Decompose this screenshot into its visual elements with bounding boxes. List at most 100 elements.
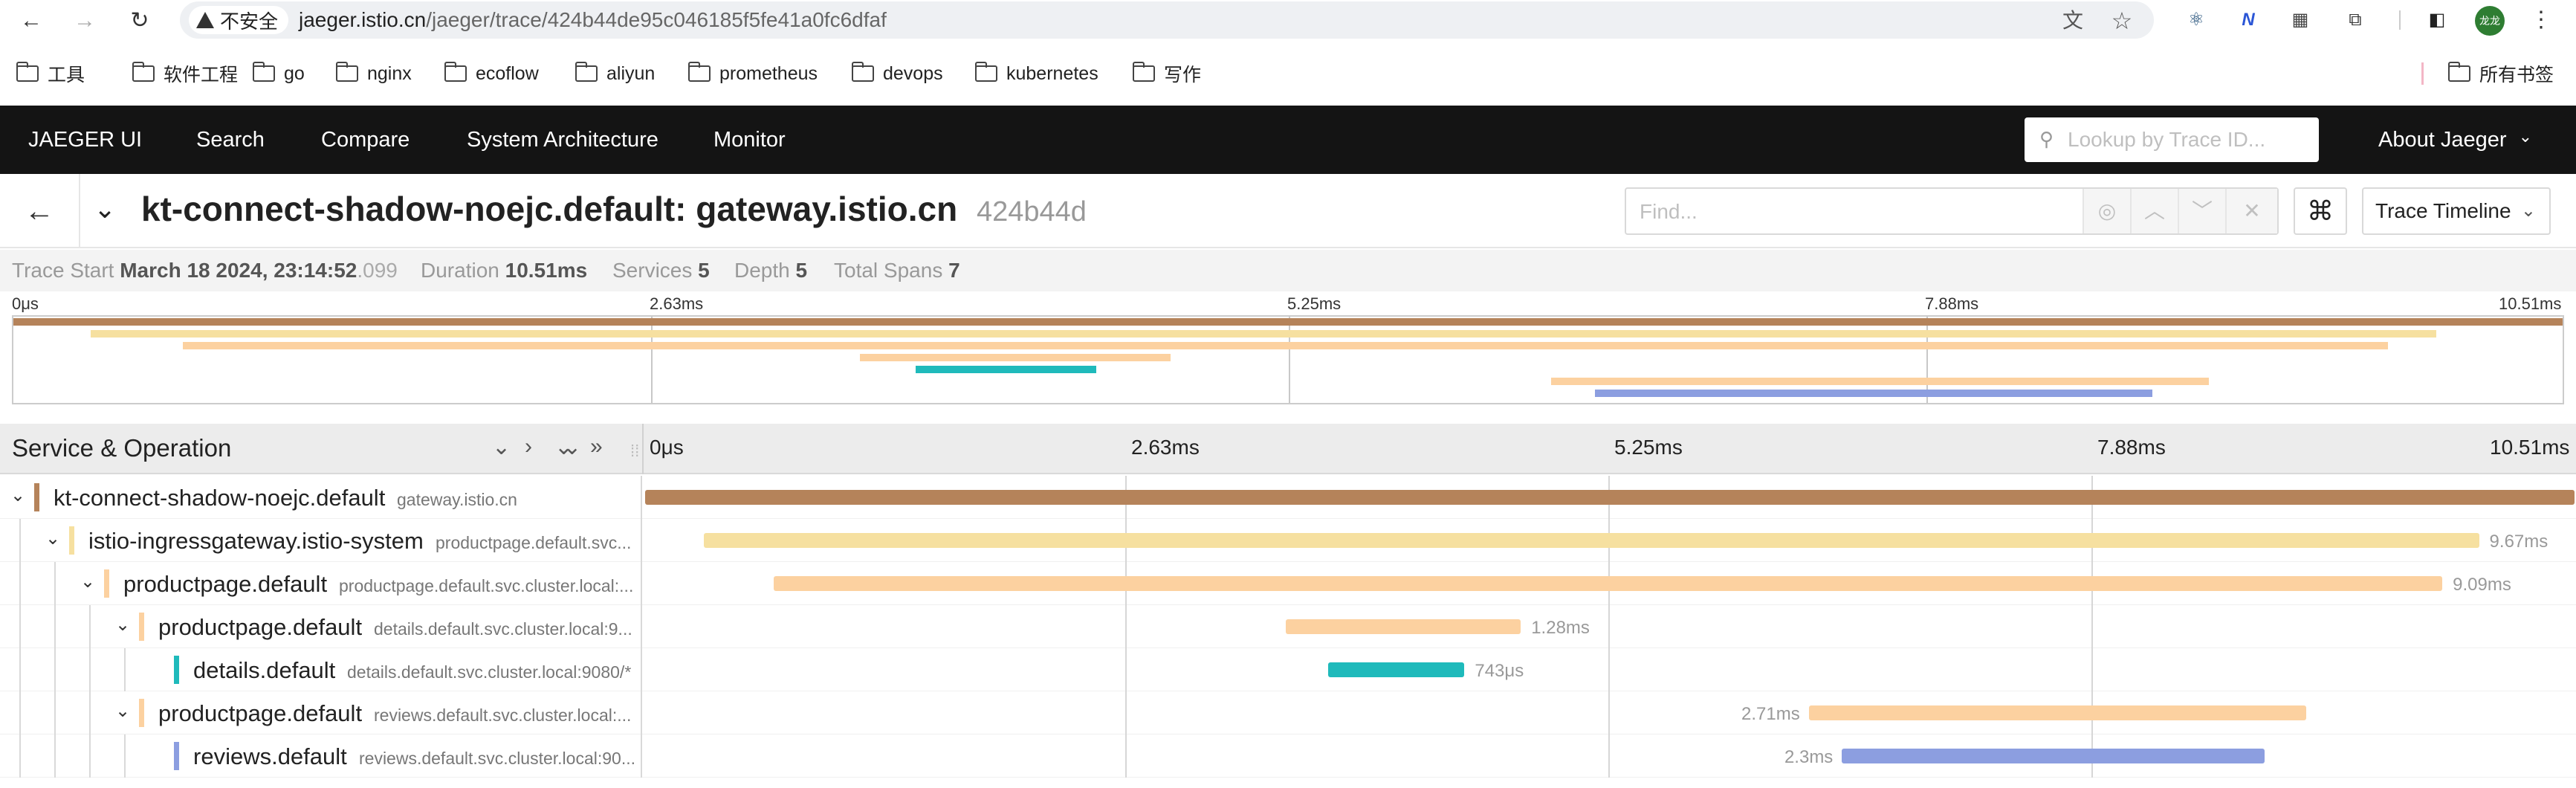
clear-find-icon[interactable]: ✕ — [2225, 189, 2277, 233]
span-service-name: productpage.default — [158, 614, 363, 640]
bookmark-folder[interactable]: 软件工程 — [132, 61, 238, 86]
span-duration-bar[interactable] — [1808, 705, 2307, 720]
indent-guide — [89, 734, 91, 778]
keyboard-shortcuts-icon[interactable]: ⌘ — [2294, 187, 2347, 235]
span-row[interactable]: ⌄ istio-ingressgateway.istio-system produc… — [0, 519, 2576, 562]
chevron-down-icon: ⌄ — [2520, 201, 2536, 221]
side-panel-icon[interactable]: ◧ — [2424, 7, 2450, 33]
toolbar-divider — [2399, 10, 2401, 30]
timeline-tick: 0μs — [650, 436, 684, 459]
bookmark-folder[interactable]: nginx — [335, 61, 412, 86]
toggle-children-chevron-icon[interactable]: ⌄ — [10, 485, 25, 506]
service-color-marker — [139, 699, 144, 727]
trace-total-spans-value: 7 — [948, 259, 960, 282]
browser-reload-icon[interactable]: ↻ — [123, 4, 156, 37]
extension-n-icon[interactable]: N — [2236, 7, 2261, 33]
bookmark-folder[interactable]: ecoflow — [444, 61, 539, 86]
minimap-span-bar — [916, 366, 1096, 373]
all-bookmarks-folder[interactable]: 所有书签 — [2447, 61, 2554, 86]
span-name-cell[interactable]: ⌄ istio-ingressgateway.istio-system produc… — [0, 519, 642, 562]
span-name-cell[interactable]: ⌄ kt-connect-shadow-noejc.default gateway.… — [0, 476, 642, 519]
folder-icon — [575, 62, 598, 82]
span-row[interactable]: ⌄ productpage.default details.default.svc.… — [0, 605, 2576, 648]
span-row[interactable]: reviews.default reviews.default.svc.clust… — [0, 734, 2576, 778]
browser-back-icon[interactable]: ← — [15, 4, 48, 37]
expand-one-icon[interactable]: › — [525, 434, 532, 459]
collapse-header-chevron-icon[interactable]: ⌄ — [94, 193, 116, 225]
nav-compare-link[interactable]: Compare — [321, 106, 410, 174]
trace-page-header: ← ⌄ kt-connect-shadow-noejc.default: gat… — [0, 174, 2576, 248]
collapse-one-icon[interactable]: ⌄ — [492, 434, 511, 460]
timeline-gridline — [1125, 691, 1127, 734]
bookmarks-divider — [2421, 62, 2424, 85]
span-name-cell[interactable]: reviews.default reviews.default.svc.clust… — [0, 734, 642, 778]
nav-system-architecture-link[interactable]: System Architecture — [467, 106, 658, 174]
jaeger-brand-link[interactable]: JAEGER UI — [28, 106, 142, 174]
bookmark-folder[interactable]: kubernetes — [974, 61, 1098, 86]
toggle-children-chevron-icon[interactable]: ⌄ — [45, 528, 60, 549]
trace-id-lookup[interactable]: ⚲ — [2025, 117, 2319, 162]
next-match-icon[interactable]: ﹀ — [2178, 189, 2225, 233]
span-duration-label: 2.71ms — [1741, 704, 1800, 724]
expand-all-icon[interactable]: » — [590, 434, 603, 459]
minimap-span-bar — [183, 342, 2388, 349]
url-text[interactable]: jaeger.istio.cn/jaeger/trace/424b44de95c… — [299, 8, 887, 32]
bookmark-folder[interactable]: 工具 — [16, 61, 85, 86]
service-color-marker — [174, 656, 179, 684]
trace-duration: Duration 10.51ms — [421, 259, 588, 282]
span-row[interactable]: details.default details.default.svc.clust… — [0, 648, 2576, 691]
bookmark-folder[interactable]: devops — [851, 61, 943, 86]
react-devtools-icon[interactable]: ⚛ — [2184, 7, 2209, 33]
timeline-tick: 5.25ms — [1614, 436, 1683, 459]
span-duration-bar[interactable] — [773, 576, 2443, 591]
span-duration-label: 9.67ms — [2489, 532, 2549, 552]
trace-start-ms: .099 — [357, 259, 398, 282]
span-duration-bar[interactable] — [704, 533, 2479, 548]
toggle-children-chevron-icon[interactable]: ⌄ — [80, 571, 95, 592]
bookmark-folder[interactable]: aliyun — [575, 61, 655, 86]
minimap-tick: 2.63ms — [650, 294, 704, 313]
span-row[interactable]: ⌄ kt-connect-shadow-noejc.default gateway.… — [0, 476, 2576, 519]
nav-search-link[interactable]: Search — [196, 106, 265, 174]
span-name-cell[interactable]: ⌄ productpage.default reviews.default.svc.… — [0, 691, 642, 734]
span-name-cell[interactable]: ⌄ productpage.default productpage.default.… — [0, 562, 642, 605]
about-jaeger-menu[interactable]: About Jaeger ⌄ — [2378, 106, 2532, 174]
extensions-puzzle-icon[interactable]: ⧉ — [2343, 7, 2368, 33]
span-row[interactable]: ⌄ productpage.default reviews.default.svc.… — [0, 691, 2576, 734]
trace-id-input[interactable] — [2068, 125, 2305, 155]
span-duration-bar[interactable] — [1842, 749, 2265, 763]
indent-guide — [54, 734, 56, 778]
span-name-cell[interactable]: ⌄ productpage.default details.default.svc.… — [0, 605, 642, 648]
bookmark-folder[interactable]: prometheus — [687, 61, 818, 86]
bookmark-folder[interactable]: go — [252, 61, 305, 86]
span-duration-bar[interactable] — [1327, 662, 1465, 677]
bookmark-folder[interactable]: 写作 — [1132, 61, 1201, 86]
trace-minimap[interactable] — [12, 315, 2564, 404]
profile-avatar[interactable]: 龙龙 — [2475, 6, 2505, 36]
column-resize-grip-icon[interactable]: ⁞⁞ — [630, 442, 639, 461]
browser-forward-icon[interactable]: → — [68, 4, 101, 37]
span-duration-bar[interactable] — [1286, 619, 1521, 634]
span-row[interactable]: ⌄ productpage.default productpage.default.… — [0, 562, 2576, 605]
minimap-span-bar — [13, 318, 2563, 326]
site-security-chip[interactable]: 不安全 — [189, 6, 289, 34]
span-name-cell[interactable]: details.default details.default.svc.clust… — [0, 648, 642, 691]
prev-match-icon[interactable]: ︿ — [2130, 189, 2178, 233]
nav-monitor-link[interactable]: Monitor — [713, 106, 786, 174]
timeline-gridline — [2091, 648, 2093, 691]
browser-menu-icon[interactable]: ⋮ — [2528, 7, 2554, 33]
toggle-children-chevron-icon[interactable]: ⌄ — [115, 614, 130, 636]
find-input[interactable] — [1640, 198, 2056, 226]
bookmark-star-icon[interactable]: ☆ — [2109, 8, 2135, 33]
folder-icon — [132, 62, 155, 82]
translate-icon[interactable]: 文 — [2060, 8, 2085, 33]
span-duration-label: 743μs — [1475, 661, 1524, 681]
qr-code-icon[interactable]: ▦ — [2288, 7, 2313, 33]
address-bar[interactable]: 不安全 jaeger.istio.cn/jaeger/trace/424b44d… — [180, 1, 2154, 39]
toggle-children-chevron-icon[interactable]: ⌄ — [115, 700, 130, 722]
collapse-all-icon[interactable]: ⌄⌄ — [554, 434, 581, 460]
back-arrow-icon[interactable]: ← — [0, 174, 80, 248]
locate-icon[interactable]: ◎ — [2083, 189, 2130, 233]
view-mode-select[interactable]: Trace Timeline ⌄ — [2362, 187, 2551, 235]
span-duration-bar[interactable] — [645, 490, 2575, 505]
